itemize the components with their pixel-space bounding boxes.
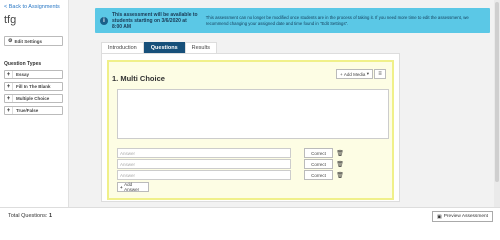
quiz-title: tfg (4, 14, 17, 26)
add-answer-button[interactable]: + Add Answer (117, 182, 149, 192)
total-questions-label: Total Questions: (8, 213, 48, 219)
gear-icon: ⚙ (8, 38, 13, 44)
question-type-label: True/False (16, 108, 39, 113)
plus-icon: + (5, 107, 13, 114)
alert-bold-text: This assessment will be available to stu… (112, 11, 198, 30)
question-settings-button[interactable]: ≡ (374, 69, 386, 79)
scrollbar-thumb[interactable] (495, 2, 499, 182)
correct-button[interactable]: Correct (304, 159, 333, 169)
question-types-heading: Question Types (4, 61, 42, 67)
alert-detail-text: This assessment can no longer be modifie… (205, 15, 469, 26)
answer-input[interactable]: Answer (117, 159, 291, 169)
question-type-label: Essay (16, 72, 30, 77)
correct-button[interactable]: Correct (304, 148, 333, 158)
total-questions: Total Questions: 1 (8, 213, 52, 219)
trash-icon[interactable]: 🗑 (336, 171, 344, 179)
plus-icon: + (5, 71, 13, 78)
availability-alert: i This assessment will be available to s… (95, 8, 490, 33)
answer-input[interactable]: Answer (117, 148, 291, 158)
question-type-fill-in-the-blank[interactable]: + Fill In The Blank (4, 82, 63, 91)
edit-settings-button[interactable]: ⚙ Edit Settings (4, 36, 63, 46)
plus-icon: + (5, 95, 13, 102)
menu-icon: ≡ (378, 71, 382, 77)
question-title: 1. Multi Choice (112, 74, 165, 83)
footer: Total Questions: 1 ▣ Preview Assessment (0, 207, 500, 224)
answer-row: Answer Correct 🗑 (117, 159, 344, 169)
info-icon: i (100, 16, 108, 25)
question-type-essay[interactable]: + Essay (4, 70, 63, 79)
trash-icon[interactable]: 🗑 (336, 149, 344, 157)
preview-assessment-label: Preview Assessment (443, 214, 488, 219)
question-type-multiple-choice[interactable]: + Multiple Choice (4, 94, 63, 103)
question-text-editor[interactable] (117, 89, 389, 139)
answer-input[interactable]: Answer (117, 170, 291, 180)
tab-results[interactable]: Results (184, 42, 217, 53)
preview-assessment-button[interactable]: ▣ Preview Assessment (432, 211, 493, 222)
question-type-label: Fill In The Blank (16, 84, 51, 89)
answer-row: Answer Correct 🗑 (117, 170, 344, 180)
chevron-down-icon: ▾ (365, 71, 369, 76)
question-type-true-false[interactable]: + True/False (4, 106, 63, 115)
tab-introduction[interactable]: Introduction (101, 42, 144, 53)
back-to-assignments-link[interactable]: < Back to Assignments (4, 4, 60, 10)
sidebar: < Back to Assignments tfg ⚙ Edit Setting… (0, 0, 69, 207)
plus-icon: + (5, 83, 13, 90)
preview-icon: ▣ (437, 213, 442, 220)
add-answer-label: Add Answer (124, 182, 140, 192)
trash-icon[interactable]: 🗑 (336, 160, 344, 168)
plus-icon: + (120, 184, 123, 190)
add-media-button[interactable]: + Add Media ▾ (336, 69, 373, 79)
edit-settings-label: Edit Settings (14, 38, 42, 44)
tab-bar: Introduction Questions Results (101, 42, 217, 53)
total-questions-value: 1 (48, 213, 53, 219)
add-media-label: Add Media (343, 71, 366, 77)
question-type-label: Multiple Choice (16, 96, 50, 101)
tab-questions[interactable]: Questions (143, 42, 185, 53)
answer-row: Answer Correct 🗑 (117, 148, 344, 158)
scrollbar[interactable] (494, 0, 500, 207)
correct-button[interactable]: Correct (304, 170, 333, 180)
